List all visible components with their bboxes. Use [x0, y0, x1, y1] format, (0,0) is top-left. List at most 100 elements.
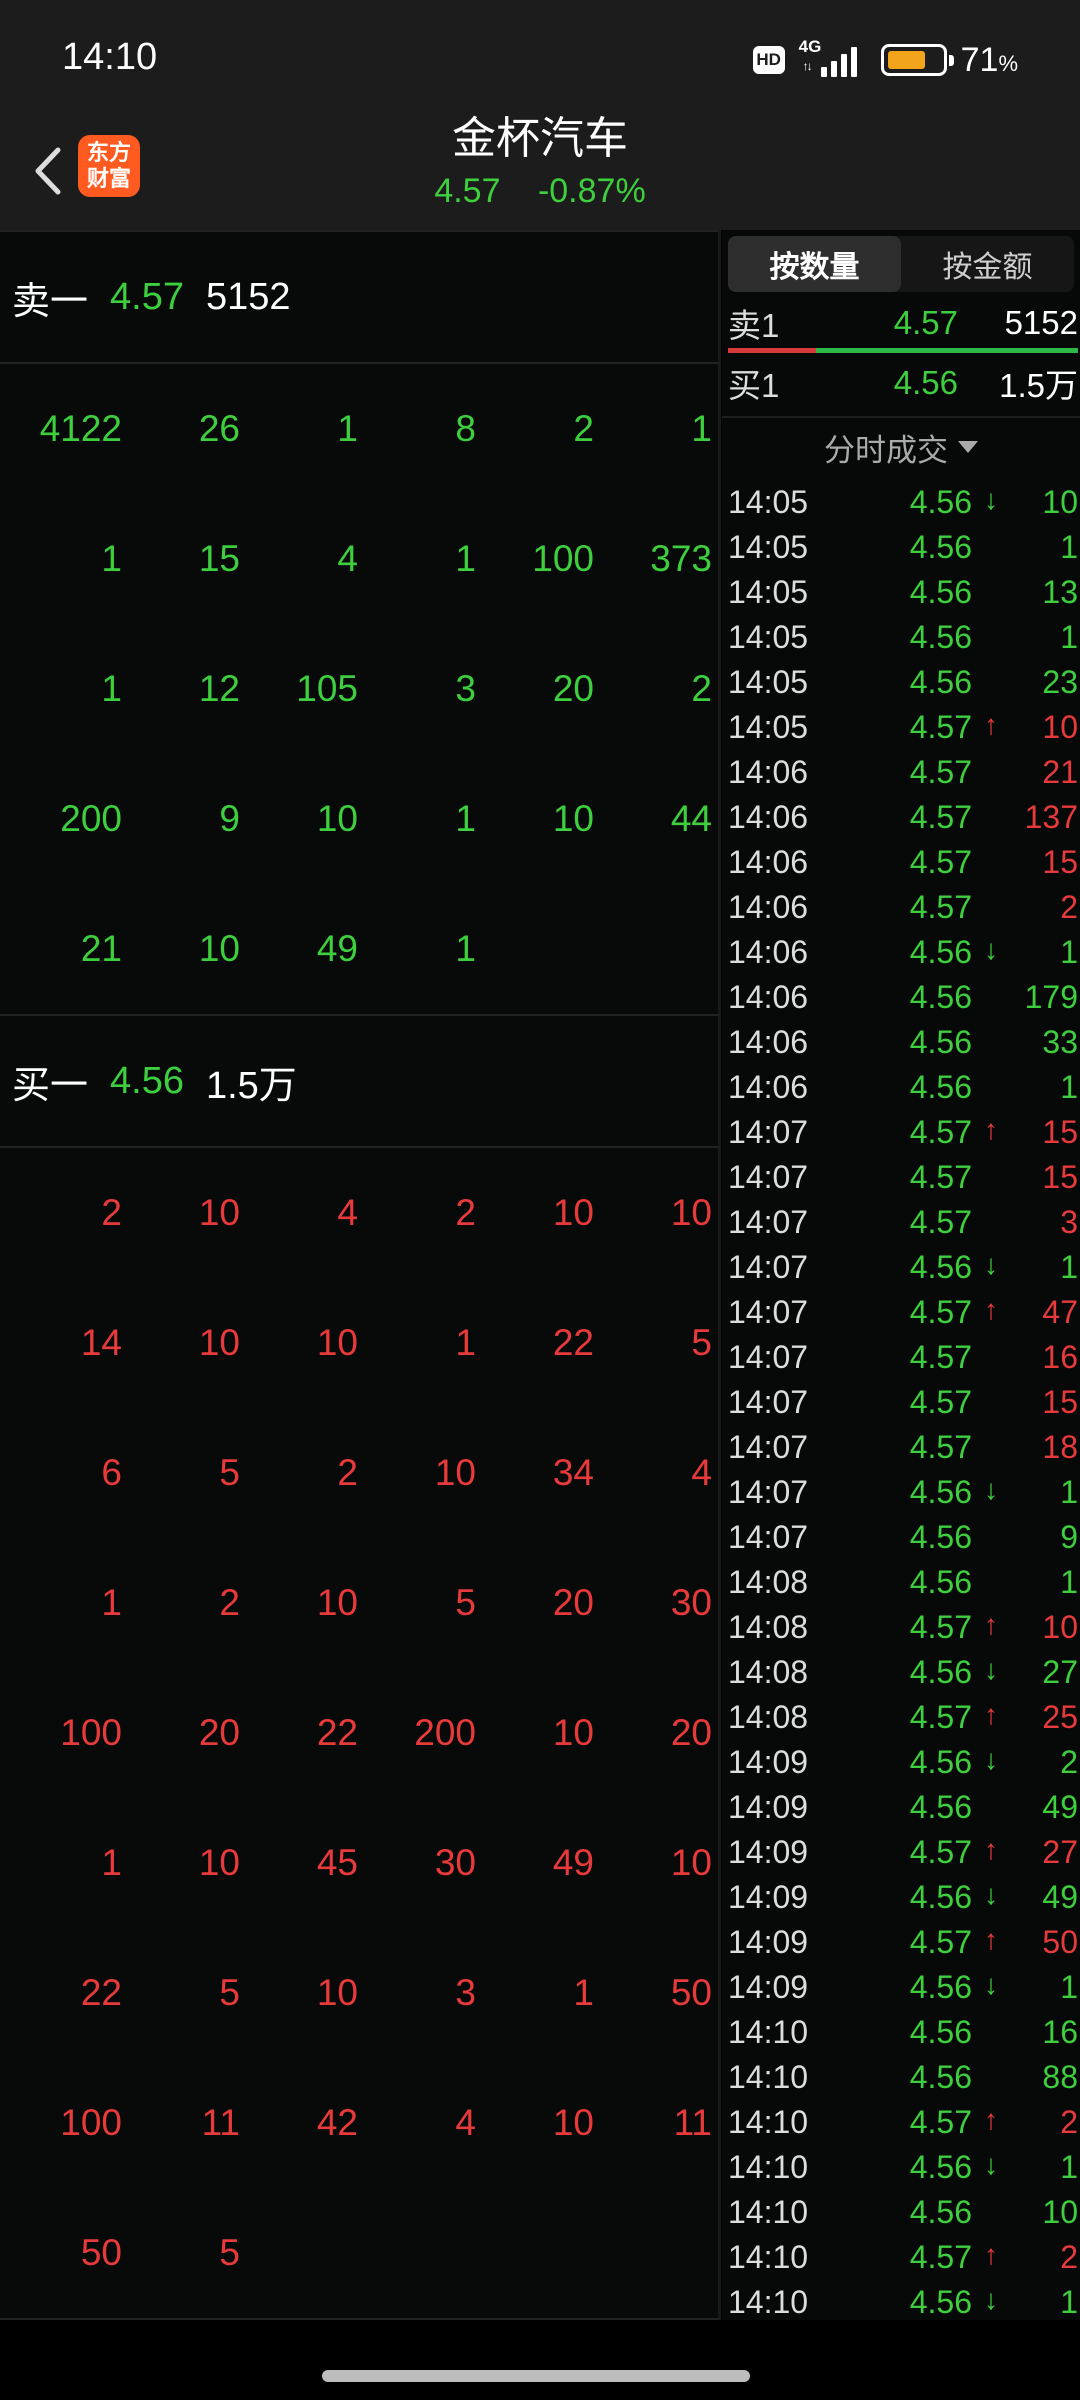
ask-level-row: 卖1 4.57 5152 [728, 304, 1078, 344]
trade-volume: 1 [1060, 2284, 1078, 2320]
buy-order-qty: 1 [573, 1972, 594, 2013]
trade-row: 14:08 4.56 1 [728, 1560, 1078, 1605]
buy-order-qty: 30 [670, 1582, 712, 1623]
sell-order-qty: 1 [455, 798, 476, 839]
trade-price: 4.57 [909, 799, 972, 835]
trade-price: 4.56 [909, 574, 972, 610]
buy-order-qty: 200 [414, 1712, 476, 1753]
sell-level-label: 卖一 [12, 280, 89, 323]
battery-fill [887, 51, 925, 69]
stock-quote: 4.57 -0.87% [0, 172, 1080, 211]
caret-down-icon [958, 441, 978, 453]
trade-volume: 15 [1042, 1159, 1078, 1195]
trade-volume: 49 [1042, 1879, 1078, 1915]
trade-time: 14:08 [728, 1654, 809, 1690]
down-arrow-icon: ↓ [984, 1654, 998, 1685]
trade-time: 14:06 [728, 934, 809, 970]
buy-order-qty: 20 [552, 1582, 594, 1623]
up-arrow-icon: ↑ [984, 1114, 998, 1145]
trade-price: 4.57 [909, 1384, 972, 1420]
trade-row: 14:07 4.57 ↑ 47 [728, 1290, 1078, 1335]
tab-by-amount[interactable]: 按金额 [901, 236, 1074, 292]
trade-row: 14:05 4.57 ↑ 10 [728, 705, 1078, 750]
trade-volume: 16 [1042, 1339, 1078, 1375]
down-arrow-icon: ↓ [984, 934, 998, 965]
trade-price: 4.56 ↓ [909, 484, 998, 520]
trade-row: 14:09 4.57 ↑ 50 [728, 1920, 1078, 1965]
buy-order-qty: 2 [455, 1192, 476, 1233]
trade-volume: 1 [1060, 619, 1078, 655]
trade-volume: 21 [1042, 754, 1078, 790]
down-arrow-icon: ↓ [984, 1744, 998, 1775]
bid-level-row: 买1 4.56 1.5万 [728, 364, 1078, 404]
trade-volume: 2 [1060, 1744, 1078, 1780]
buy-order-qty: 10 [316, 1582, 358, 1623]
trade-volume: 47 [1042, 1294, 1078, 1330]
buy-order-qty: 45 [316, 1842, 358, 1883]
trade-row: 14:06 4.56 ↓ 1 [728, 930, 1078, 975]
sell-order-qty: 12 [198, 668, 240, 709]
trade-volume: 27 [1042, 1654, 1078, 1690]
buy-order-qty: 49 [552, 1842, 594, 1883]
trade-row: 14:06 4.56 33 [728, 1020, 1078, 1065]
trade-time: 14:06 [728, 799, 809, 835]
trade-row: 14:05 4.56 ↓ 10 [728, 480, 1078, 525]
trade-volume: 1 [1060, 1564, 1078, 1600]
trade-volume: 88 [1042, 2059, 1078, 2095]
trade-row: 14:10 4.56 88 [728, 2055, 1078, 2100]
buy-order-qty: 4 [691, 1452, 712, 1493]
sell-order-queue: 4122 26 1 8 2 1 1 15 4 1 100 373 1 12 105 3 20 2 200 9 10 1 10… [0, 364, 718, 1014]
buy-order-qty: 5 [219, 2232, 240, 2273]
trade-volume: 25 [1042, 1699, 1078, 1735]
sell-order-qty: 2 [691, 668, 712, 709]
trade-time: 14:10 [728, 2059, 809, 2095]
trade-row: 14:10 4.56 10 [728, 2190, 1078, 2235]
home-indicator[interactable] [322, 2370, 750, 2382]
trade-price: 4.56 ↓ [909, 1474, 998, 1510]
trade-price: 4.56 [909, 2059, 972, 2095]
buy-order-qty: 50 [670, 1972, 712, 2013]
data-arrows-icon: ↑↓ [802, 59, 813, 73]
trades-panel: 按数量 按金额 卖1 4.57 5152 买1 4.56 1.5万 分时成交 1… [722, 230, 1080, 2365]
trade-volume: 15 [1042, 844, 1078, 880]
trade-volume: 16 [1042, 2014, 1078, 2050]
ask-share-bar [728, 348, 816, 353]
trade-price: 4.57↑ [909, 709, 998, 745]
buy-order-qty: 22 [316, 1712, 358, 1753]
sell-order-qty: 1 [337, 408, 358, 449]
trade-price: 4.57 [909, 1204, 972, 1240]
sell-order-qty: 4 [337, 538, 358, 579]
trades-dropdown[interactable]: 分时成交 [722, 416, 1080, 476]
trade-volume: 13 [1042, 574, 1078, 610]
trade-volume: 10 [1042, 709, 1078, 745]
sell-level-price: 4.57 [110, 275, 184, 318]
buy-order-qty: 22 [80, 1972, 122, 2013]
trade-price: 4.57 [909, 889, 972, 925]
app-header: 东方 财富 金杯汽车 4.57 -0.87% [0, 112, 1080, 230]
trade-price: 4.57 [909, 1159, 972, 1195]
trade-row: 14:07 4.57 18 [728, 1425, 1078, 1470]
down-arrow-icon: ↓ [984, 1969, 998, 2000]
trade-time: 14:06 [728, 1069, 809, 1105]
trade-row: 14:07 4.57 3 [728, 1200, 1078, 1245]
trade-time: 14:07 [728, 1429, 809, 1465]
battery-percent: 71% [960, 40, 1018, 79]
trade-time: 14:10 [728, 2194, 809, 2230]
trade-price: 4.56 [909, 664, 972, 700]
buy-order-qty: 2 [337, 1452, 358, 1493]
trade-price: 4.57↑ [909, 2104, 998, 2140]
buy-order-qty: 10 [552, 2102, 594, 2143]
trade-row: 14:07 4.56 ↓ 1 [728, 1470, 1078, 1515]
trade-time: 14:06 [728, 979, 809, 1015]
tab-by-volume[interactable]: 按数量 [728, 236, 901, 292]
status-icons: HD 4G ↑↓ 71% [752, 37, 1018, 80]
trade-price: 4.56 [909, 2194, 972, 2230]
trade-row: 14:09 4.56 ↓ 2 [728, 1740, 1078, 1785]
trade-price: 4.56 ↓ [909, 1969, 998, 2005]
down-arrow-icon: ↓ [984, 1474, 998, 1505]
trade-volume: 1 [1060, 1474, 1078, 1510]
buy-order-qty: 20 [670, 1712, 712, 1753]
trade-row: 14:06 4.57 2 [728, 885, 1078, 930]
trade-price: 4.56 ↓ [909, 2149, 998, 2185]
trade-price: 4.56 [909, 1024, 972, 1060]
